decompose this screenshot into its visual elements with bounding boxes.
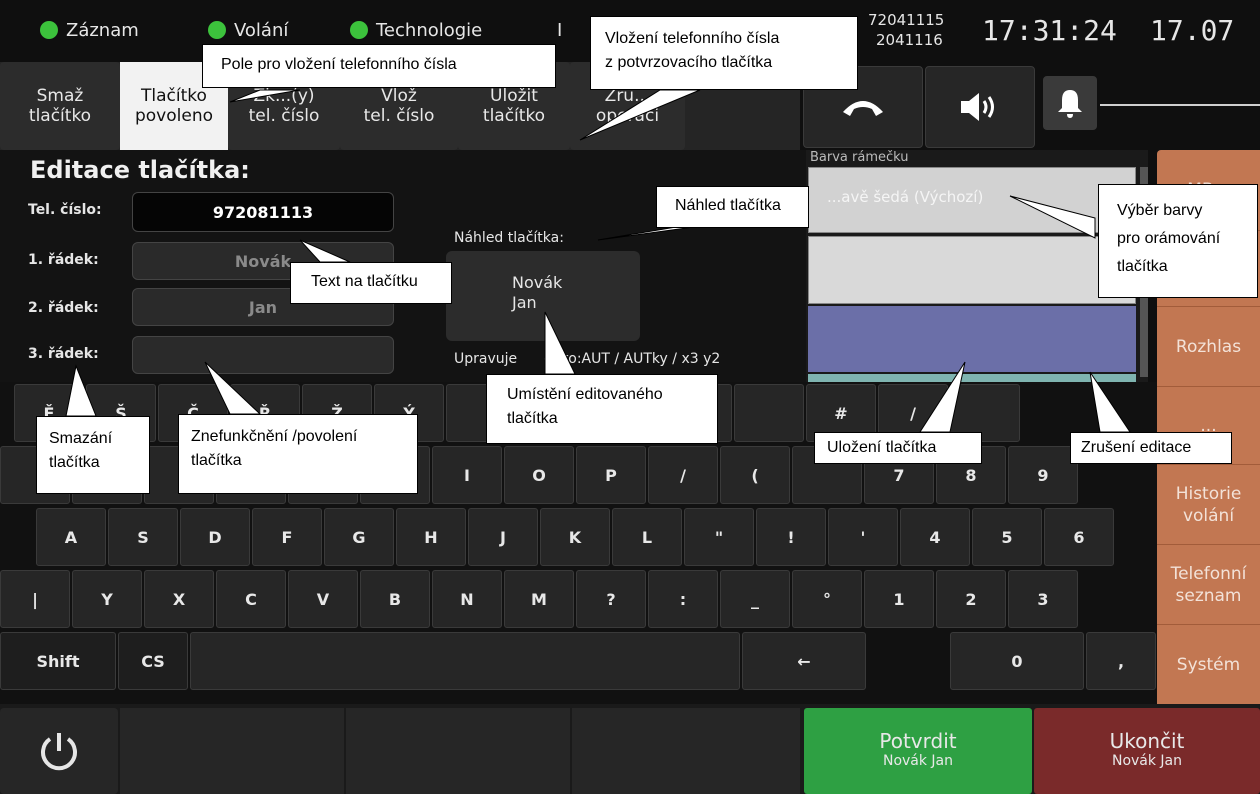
arrow-cancel: [1089, 371, 1131, 433]
callout-insert-from-button: Vložení telefonního čísla z potvrzovacíh…: [590, 16, 858, 90]
arrow-delete: [65, 364, 97, 417]
arrow-text: [299, 239, 351, 263]
callout-text-on-button: Text na tlačítku: [290, 262, 452, 304]
arrow-location: [544, 311, 576, 375]
arrow-phone-field: [229, 89, 301, 103]
arrow-insert-number: [579, 89, 701, 141]
arrow-save: [919, 361, 966, 433]
callout-cancel: Zrušení editace: [1070, 432, 1232, 464]
callout-save: Uložení tlačítka: [814, 432, 982, 464]
screen: Záznam Volání Technologie I 72041115 204…: [0, 0, 1260, 794]
callout-location: Umístění editovaného tlačítka: [486, 374, 718, 444]
callout-preview: Náhled tlačítka: [656, 186, 809, 228]
callout-frame-color: Výběr barvy pro orámování tlačítka: [1098, 184, 1258, 298]
callout-phone-field: Pole pro vložení telefonního čísla: [202, 44, 556, 88]
callout-delete: Smazání tlačítka: [36, 416, 150, 494]
arrow-disable: [204, 361, 262, 415]
callout-disable: Znefunkčnění /povolení tlačítka: [178, 414, 418, 494]
arrow-frame-color: [1009, 195, 1096, 239]
